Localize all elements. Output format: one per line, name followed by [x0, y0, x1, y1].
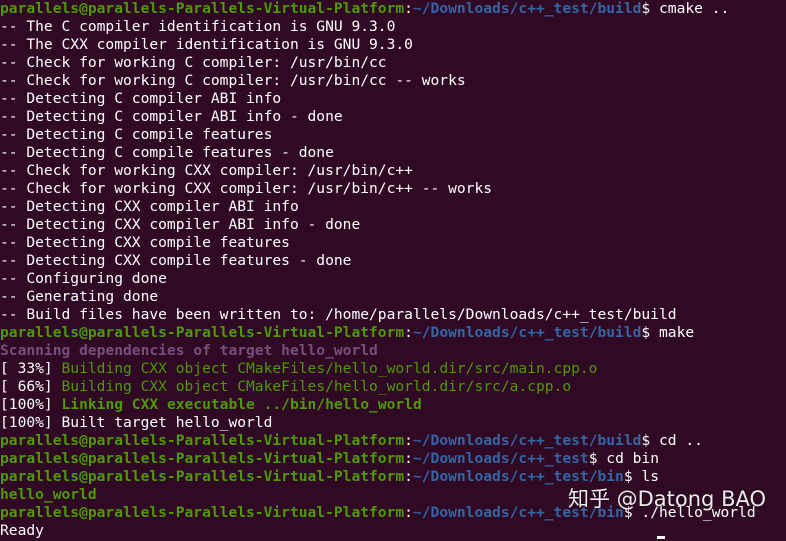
prompt-user-host: parallels@parallels-Parallels-Virtual-Pl…	[0, 504, 405, 521]
output-line: -- The CXX compiler identification is GN…	[0, 36, 413, 53]
prompt-line-ls: parallels@parallels-Parallels-Virtual-Pl…	[0, 468, 786, 486]
prompt-colon: :	[404, 468, 413, 485]
prompt-path: ~/Downloads/c++_test	[412, 450, 589, 467]
output-line: -- Detecting CXX compiler ABI info - don…	[0, 216, 361, 233]
prompt-dollar: $	[623, 468, 633, 485]
prompt-dollar: $	[641, 324, 651, 341]
output-line: -- Detecting CXX compiler ABI info	[0, 198, 299, 215]
output-line: -- Check for working C compiler: /usr/bi…	[0, 72, 466, 89]
prompt-user-host: parallels@parallels-Parallels-Virtual-Pl…	[0, 468, 405, 485]
output-line: -- Check for working C compiler: /usr/bi…	[0, 54, 387, 71]
prompt-user-host: parallels@parallels-Parallels-Virtual-Pl…	[0, 324, 405, 341]
link-percent: [100%]	[0, 396, 62, 413]
output-line: -- Detecting CXX compile features - done	[0, 252, 352, 269]
prompt-path: ~/Downloads/c++_test/bin	[412, 468, 624, 485]
build-percent: [ 66%]	[0, 378, 62, 395]
prompt-colon: :	[404, 0, 413, 17]
prompt-path: ~/Downloads/c++_test/build	[412, 0, 642, 17]
prompt-dollar: $	[588, 450, 598, 467]
command-text: cmake ..	[650, 0, 730, 17]
prompt-line-make: parallels@parallels-Parallels-Virtual-Pl…	[0, 324, 786, 342]
prompt-colon: :	[404, 504, 413, 521]
prompt-path: ~/Downloads/c++_test/build	[412, 432, 642, 449]
prompt-path: ~/Downloads/c++_test/build	[412, 324, 642, 341]
prompt-colon: :	[404, 432, 413, 449]
make-build-line: [ 66%] Building CXX object CMakeFiles/he…	[0, 378, 786, 396]
prompt-colon: :	[404, 450, 413, 467]
make-link-line: [100%] Linking CXX executable ../bin/hel…	[0, 396, 786, 414]
output-line: -- Check for working CXX compiler: /usr/…	[0, 180, 493, 197]
build-percent: [ 33%]	[0, 360, 62, 377]
output-line: -- Detecting C compile features - done	[0, 144, 334, 161]
text-cursor	[657, 536, 665, 539]
output-line: -- Generating done	[0, 288, 159, 305]
command-text: cd ..	[650, 432, 703, 449]
output-line: -- Build files have been written to: /ho…	[0, 306, 677, 323]
prompt-user-host: parallels@parallels-Parallels-Virtual-Pl…	[0, 0, 405, 17]
build-text: Building CXX object CMakeFiles/hello_wor…	[61, 378, 572, 395]
prompt-line-cmake: parallels@parallels-Parallels-Virtual-Pl…	[0, 0, 786, 18]
prompt-colon: :	[404, 324, 413, 341]
zhihu-watermark: 知乎 @Datong BAO	[567, 487, 766, 511]
command-text: make	[650, 324, 695, 341]
output-line: -- Detecting C compiler ABI info	[0, 90, 282, 107]
command-text: ls	[632, 468, 659, 485]
prompt-dollar: $	[641, 432, 651, 449]
build-text: Building CXX object CMakeFiles/hello_wor…	[61, 360, 598, 377]
output-line: -- Detecting CXX compile features	[0, 234, 290, 251]
prompt-dollar: $	[641, 0, 651, 17]
prompt-user-host: parallels@parallels-Parallels-Virtual-Pl…	[0, 450, 405, 467]
terminal-window[interactable]: parallels@parallels-Parallels-Virtual-Pl…	[0, 0, 786, 541]
prompt-line-cd-up: parallels@parallels-Parallels-Virtual-Pl…	[0, 432, 786, 450]
prompt-user-host: parallels@parallels-Parallels-Virtual-Pl…	[0, 432, 405, 449]
make-build-line: [ 33%] Building CXX object CMakeFiles/he…	[0, 360, 786, 378]
output-line: -- The C compiler identification is GNU …	[0, 18, 396, 35]
output-line: -- Check for working CXX compiler: /usr/…	[0, 162, 413, 179]
output-line: -- Configuring done	[0, 270, 167, 287]
make-built-line: [100%] Built target hello_world	[0, 414, 273, 431]
output-line: -- Detecting C compile features	[0, 126, 273, 143]
link-text: Linking CXX executable ../bin/hello_worl…	[61, 396, 422, 413]
make-scanning-line: Scanning dependencies of target hello_wo…	[0, 342, 378, 359]
command-text: cd bin	[597, 450, 660, 467]
run-output-line: Ready	[0, 522, 44, 539]
prompt-line-cd-bin: parallels@parallels-Parallels-Virtual-Pl…	[0, 450, 786, 468]
output-line: -- Detecting C compiler ABI info - done	[0, 108, 343, 125]
